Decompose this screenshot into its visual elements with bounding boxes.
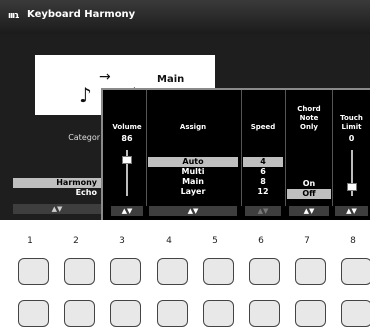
- lower-button-7[interactable]: [295, 300, 326, 327]
- speed-arrows[interactable]: ▲▼: [245, 206, 281, 216]
- lcd-screen: ıııɿ Keyboard Harmony ♪ → ♪ Main Categor…: [0, 0, 370, 220]
- upper-button-2[interactable]: [64, 258, 95, 285]
- category-label: Categor: [68, 133, 100, 142]
- assign-option[interactable]: Main: [148, 177, 238, 187]
- speed-option[interactable]: 12: [243, 187, 283, 197]
- assign-header: Assign: [179, 123, 207, 131]
- volume-arrows[interactable]: ▲▼: [111, 206, 143, 216]
- type-selector-arrows[interactable]: ▲▼: [13, 204, 101, 214]
- button-number-label: 3: [119, 236, 125, 246]
- speed-option[interactable]: 6: [243, 167, 283, 177]
- volume-header: Volume: [112, 123, 142, 131]
- chord-note-only-option[interactable]: On: [287, 179, 331, 189]
- chord-note-only-header-line: Chord: [297, 105, 321, 113]
- volume-value: 86: [121, 134, 133, 143]
- arrow-icon: →: [99, 69, 111, 85]
- assign-options: Auto Multi Main Layer: [148, 157, 238, 197]
- touch-limit-slider-knob[interactable]: [346, 183, 357, 191]
- upper-button-1[interactable]: [18, 258, 49, 285]
- keyboard-icon: ıııɿ: [8, 11, 20, 21]
- upper-button-7[interactable]: [295, 258, 326, 285]
- speed-option[interactable]: 8: [243, 177, 283, 187]
- button-number-label: 8: [350, 236, 356, 246]
- chord-note-only-header-line: Note: [299, 114, 319, 122]
- upper-button-3[interactable]: [110, 258, 141, 285]
- lower-button-1[interactable]: [18, 300, 49, 327]
- lower-button-3[interactable]: [110, 300, 141, 327]
- column-touch-limit: Touch Limit 0 ▲▼: [333, 90, 370, 220]
- illustration-label: Main: [157, 74, 185, 85]
- lower-button-4[interactable]: [157, 300, 188, 327]
- column-assign: Assign Auto Multi Main Layer ▲▼: [147, 90, 239, 220]
- speed-header: Speed: [250, 123, 276, 131]
- touch-limit-header-line: Touch: [340, 114, 363, 122]
- column-divider: [241, 90, 242, 206]
- music-note-icon: ♪: [79, 83, 92, 107]
- touch-limit-header-line: Limit: [341, 123, 362, 131]
- column-speed: Speed 4 6 8 12 ▲▼: [243, 90, 283, 220]
- window-title: Keyboard Harmony: [27, 9, 136, 20]
- button-number-label: 5: [212, 236, 218, 246]
- button-number-label: 1: [27, 236, 33, 246]
- upper-button-8[interactable]: [341, 258, 370, 285]
- column-divider: [285, 90, 286, 206]
- upper-button-5[interactable]: [203, 258, 234, 285]
- type-list: Harmony Echo: [13, 178, 101, 198]
- speed-options: 4 6 8 12: [243, 157, 283, 197]
- volume-slider-knob[interactable]: [122, 156, 132, 164]
- chord-note-only-header-line: Only: [300, 123, 318, 131]
- assign-option[interactable]: Layer: [148, 187, 238, 197]
- speed-option[interactable]: 4: [243, 157, 283, 167]
- title-bar: ıııɿ Keyboard Harmony: [0, 0, 370, 35]
- chord-note-only-arrows[interactable]: ▲▼: [289, 206, 329, 216]
- assign-arrows[interactable]: ▲▼: [149, 206, 237, 216]
- type-item[interactable]: Harmony: [13, 178, 101, 188]
- upper-button-6[interactable]: [249, 258, 280, 285]
- touch-limit-value: 0: [348, 134, 355, 143]
- button-number-label: 7: [304, 236, 310, 246]
- column-volume: Volume 86 ▲▼: [109, 90, 145, 220]
- chord-note-only-option[interactable]: Off: [287, 189, 331, 199]
- type-item[interactable]: Echo: [13, 188, 101, 198]
- lower-button-5[interactable]: [203, 300, 234, 327]
- button-number-label: 2: [73, 236, 79, 246]
- upper-button-4[interactable]: [157, 258, 188, 285]
- touch-limit-arrows[interactable]: ▲▼: [335, 206, 368, 216]
- settings-overlay: Volume 86 ▲▼ Assign Auto Multi Main Layer ▲▼ Spee…: [101, 88, 370, 220]
- lower-button-2[interactable]: [64, 300, 95, 327]
- chord-note-only-options: On Off: [287, 179, 331, 199]
- assign-option[interactable]: Auto: [148, 157, 238, 167]
- button-number-label: 6: [258, 236, 264, 246]
- button-number-label: 4: [166, 236, 172, 246]
- assign-option[interactable]: Multi: [148, 167, 238, 177]
- column-chord-note-only: Chord Note Only On Off ▲▼: [287, 90, 331, 220]
- lower-button-6[interactable]: [249, 300, 280, 327]
- lower-button-8[interactable]: [341, 300, 370, 327]
